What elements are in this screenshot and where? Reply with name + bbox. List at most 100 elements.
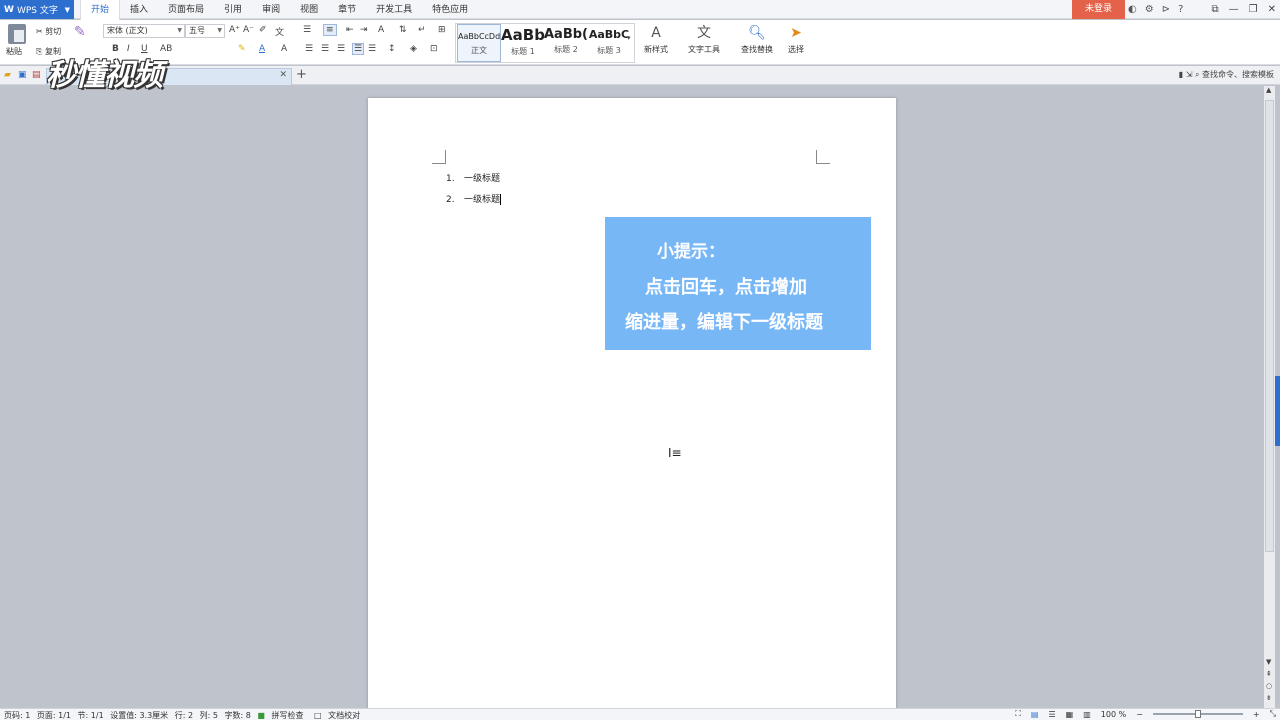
font-size-select[interactable]: 五号 ▼ [185, 24, 225, 38]
zoom-slider-knob[interactable] [1194, 710, 1201, 718]
command-search[interactable]: ▮ ⇲ ⌕ 查找命令、搜索模板 [1179, 69, 1274, 80]
scrollbar-thumb[interactable] [1265, 100, 1274, 552]
font-color-icon[interactable]: A [259, 44, 265, 54]
style-heading-2[interactable]: AaBb( 标题 2 [544, 24, 588, 62]
restore-window-icon[interactable]: ⧉ [1212, 4, 1219, 15]
print-icon[interactable]: ▤ [32, 70, 41, 80]
scroll-up-icon[interactable]: ▲ [1266, 86, 1271, 94]
sort-icon[interactable]: ⇅ [399, 25, 407, 35]
new-style-button[interactable]: A 新样式 [639, 24, 673, 55]
doc-check-toggle[interactable]: □ 文档校对 [314, 711, 364, 720]
shading-icon[interactable]: ◈ [410, 44, 417, 54]
maximize-icon[interactable]: ❐ [1249, 4, 1258, 15]
tab-chapter[interactable]: 章节 [328, 0, 366, 19]
find-replace-button[interactable]: 🔍︎ 查找替换 [736, 24, 778, 55]
tab-references[interactable]: 引用 [214, 0, 252, 19]
prev-page-icon[interactable]: ⇞ [1266, 670, 1272, 678]
style-heading-3[interactable]: AaBbC 标题 3 [587, 24, 631, 62]
vertical-scrollbar[interactable]: ▲ ▼ ⇞ ○ ⇟ [1264, 86, 1275, 708]
font-size-value: 五号 [189, 26, 205, 35]
app-menu-button[interactable]: W WPS 文字 ▼ [0, 0, 74, 19]
scroll-down-icon[interactable]: ▼ [1266, 658, 1271, 666]
style-normal[interactable]: AaBbCcDd 正文 [457, 24, 501, 62]
char-shading-icon[interactable]: A [281, 44, 287, 54]
zoom-out-icon[interactable]: − [1136, 710, 1143, 719]
zoom-in-icon[interactable]: + [1253, 710, 1260, 719]
settings-icon[interactable]: ⚙ [1145, 4, 1154, 15]
text-tools-button[interactable]: 文文字工具 [684, 24, 724, 55]
select-button[interactable]: ➤ 选择 [782, 24, 810, 55]
tip-title: 小提示： [657, 242, 725, 262]
text-direction-icon[interactable]: A [378, 25, 384, 35]
status-setting: 设置值: 3.3厘米 [110, 711, 169, 720]
page-view-icon[interactable]: ▤ [1031, 710, 1039, 719]
login-button[interactable]: 未登录 [1072, 0, 1125, 19]
window-controls: ⧉ — ❐ ✕ [1212, 0, 1277, 19]
bullet-list-icon[interactable]: ☰ [303, 25, 311, 35]
line-spacing-icon[interactable]: ↕ [388, 44, 396, 54]
close-tab-icon[interactable]: ✕ [279, 70, 287, 80]
tab-view[interactable]: 视图 [290, 0, 328, 19]
new-tab-icon[interactable]: + [296, 67, 307, 82]
align-right-icon[interactable]: ☰ [337, 44, 345, 54]
margin-corner-mark [816, 150, 830, 164]
skin-icon[interactable]: ◐ [1128, 4, 1137, 15]
distribute-icon[interactable]: ☰ [368, 44, 376, 54]
list-item[interactable]: 2. 一级标题 [446, 192, 502, 205]
panel-toggle-icon[interactable]: ⤡ [1270, 709, 1276, 719]
app-name: WPS 文字 [16, 6, 58, 16]
style-heading-1[interactable]: AaBb 标题 1 [501, 24, 545, 62]
outline-view-icon[interactable]: ☰ [1048, 710, 1055, 719]
open-folder-icon[interactable]: ▰ [4, 70, 11, 80]
status-words[interactable]: 字数: 8 [224, 711, 250, 720]
minimize-icon[interactable]: — [1229, 4, 1239, 15]
tip-overlay: 小提示： 点击回车，点击增加 缩进量，编辑下一级标题 [605, 217, 871, 350]
next-page-icon[interactable]: ⇟ [1266, 694, 1272, 702]
clear-format-icon[interactable]: ✐ [259, 25, 267, 35]
tab-insert[interactable]: 插入 [120, 0, 158, 19]
close-icon[interactable]: ✕ [1268, 4, 1276, 15]
browse-object-icon[interactable]: ○ [1266, 682, 1272, 690]
align-center-icon[interactable]: ☰ [321, 44, 329, 54]
font-name-select[interactable]: 宋体 (正文) ▼ [103, 24, 185, 38]
web-view-icon[interactable]: ▦ [1066, 710, 1074, 719]
zoom-slider[interactable] [1152, 710, 1243, 718]
tab-home[interactable]: 开始 [80, 0, 121, 20]
help-icon[interactable]: ? [1178, 4, 1183, 15]
theme-icon[interactable]: ⊳ [1162, 4, 1170, 15]
phonetic-icon[interactable]: 文 [275, 25, 284, 38]
justify-icon[interactable]: ☰ [352, 43, 365, 55]
collapse-ribbon-icon[interactable]: ⇲ [1186, 70, 1193, 79]
paste-icon[interactable] [8, 24, 26, 44]
cut-label: 剪切 [45, 27, 62, 36]
side-panel-handle[interactable] [1275, 376, 1280, 446]
numbered-list-icon[interactable]: ≡ [323, 24, 337, 36]
decrease-indent-icon[interactable]: ⇤ [346, 25, 354, 35]
align-left-icon[interactable]: ☰ [305, 44, 313, 54]
tab-special[interactable]: 特色应用 [422, 0, 478, 19]
list-item[interactable]: 1. 一级标题 [446, 171, 500, 184]
table-icon[interactable]: ⊞ [438, 25, 446, 35]
cut-button[interactable]: ✂ 剪切 [36, 26, 61, 37]
spell-check-toggle[interactable]: ■ 拼写检查 [257, 711, 307, 720]
fullscreen-icon[interactable]: ⛶ [1015, 709, 1021, 719]
pin-icon[interactable]: ▮ [1179, 70, 1183, 79]
tip-line-2: 缩进量，编辑下一级标题 [625, 312, 823, 333]
tab-page-layout[interactable]: 页面布局 [158, 0, 214, 19]
zoom-level[interactable]: 100 % [1101, 710, 1126, 719]
show-marks-icon[interactable]: ↵ [418, 25, 426, 35]
view-controls: ⛶ ▤ ☰ ▦ ▥ 100 % − + ⤡ [1015, 709, 1276, 719]
tab-review[interactable]: 审阅 [252, 0, 290, 19]
increase-indent-icon[interactable]: ⇥ [360, 25, 368, 35]
shrink-font-icon[interactable]: A⁻ [243, 25, 254, 35]
format-painter-icon[interactable]: ✎ [74, 24, 86, 40]
borders-icon[interactable]: ⊡ [430, 44, 438, 54]
highlight-icon[interactable]: ✎ [238, 44, 246, 54]
save-icon[interactable]: ▣ [18, 70, 27, 80]
grow-font-icon[interactable]: A⁺ [229, 25, 240, 35]
gallery-expand-icon[interactable]: ▾ [627, 34, 631, 42]
reading-view-icon[interactable]: ▥ [1083, 710, 1091, 719]
document-page[interactable]: 1. 一级标题 2. 一级标题 [368, 98, 896, 710]
paste-button[interactable]: 粘贴 [6, 46, 22, 57]
tab-developer[interactable]: 开发工具 [366, 0, 422, 19]
